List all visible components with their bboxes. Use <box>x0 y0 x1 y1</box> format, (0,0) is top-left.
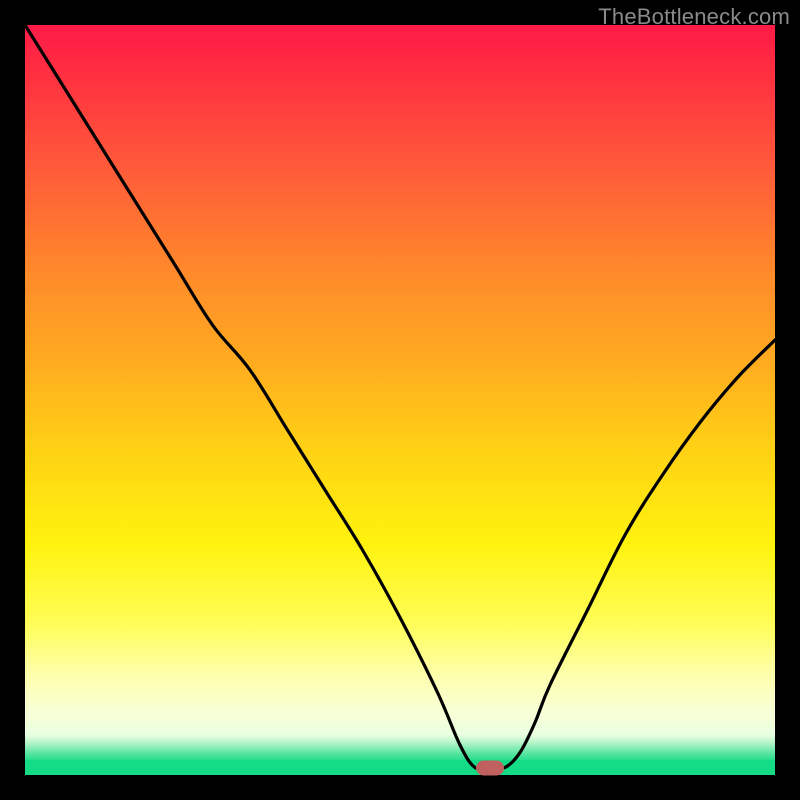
curve-layer <box>25 25 775 775</box>
plot-area <box>25 25 775 775</box>
optimum-marker <box>476 760 504 775</box>
bottleneck-curve <box>25 25 775 769</box>
chart-frame: TheBottleneck.com <box>0 0 800 800</box>
